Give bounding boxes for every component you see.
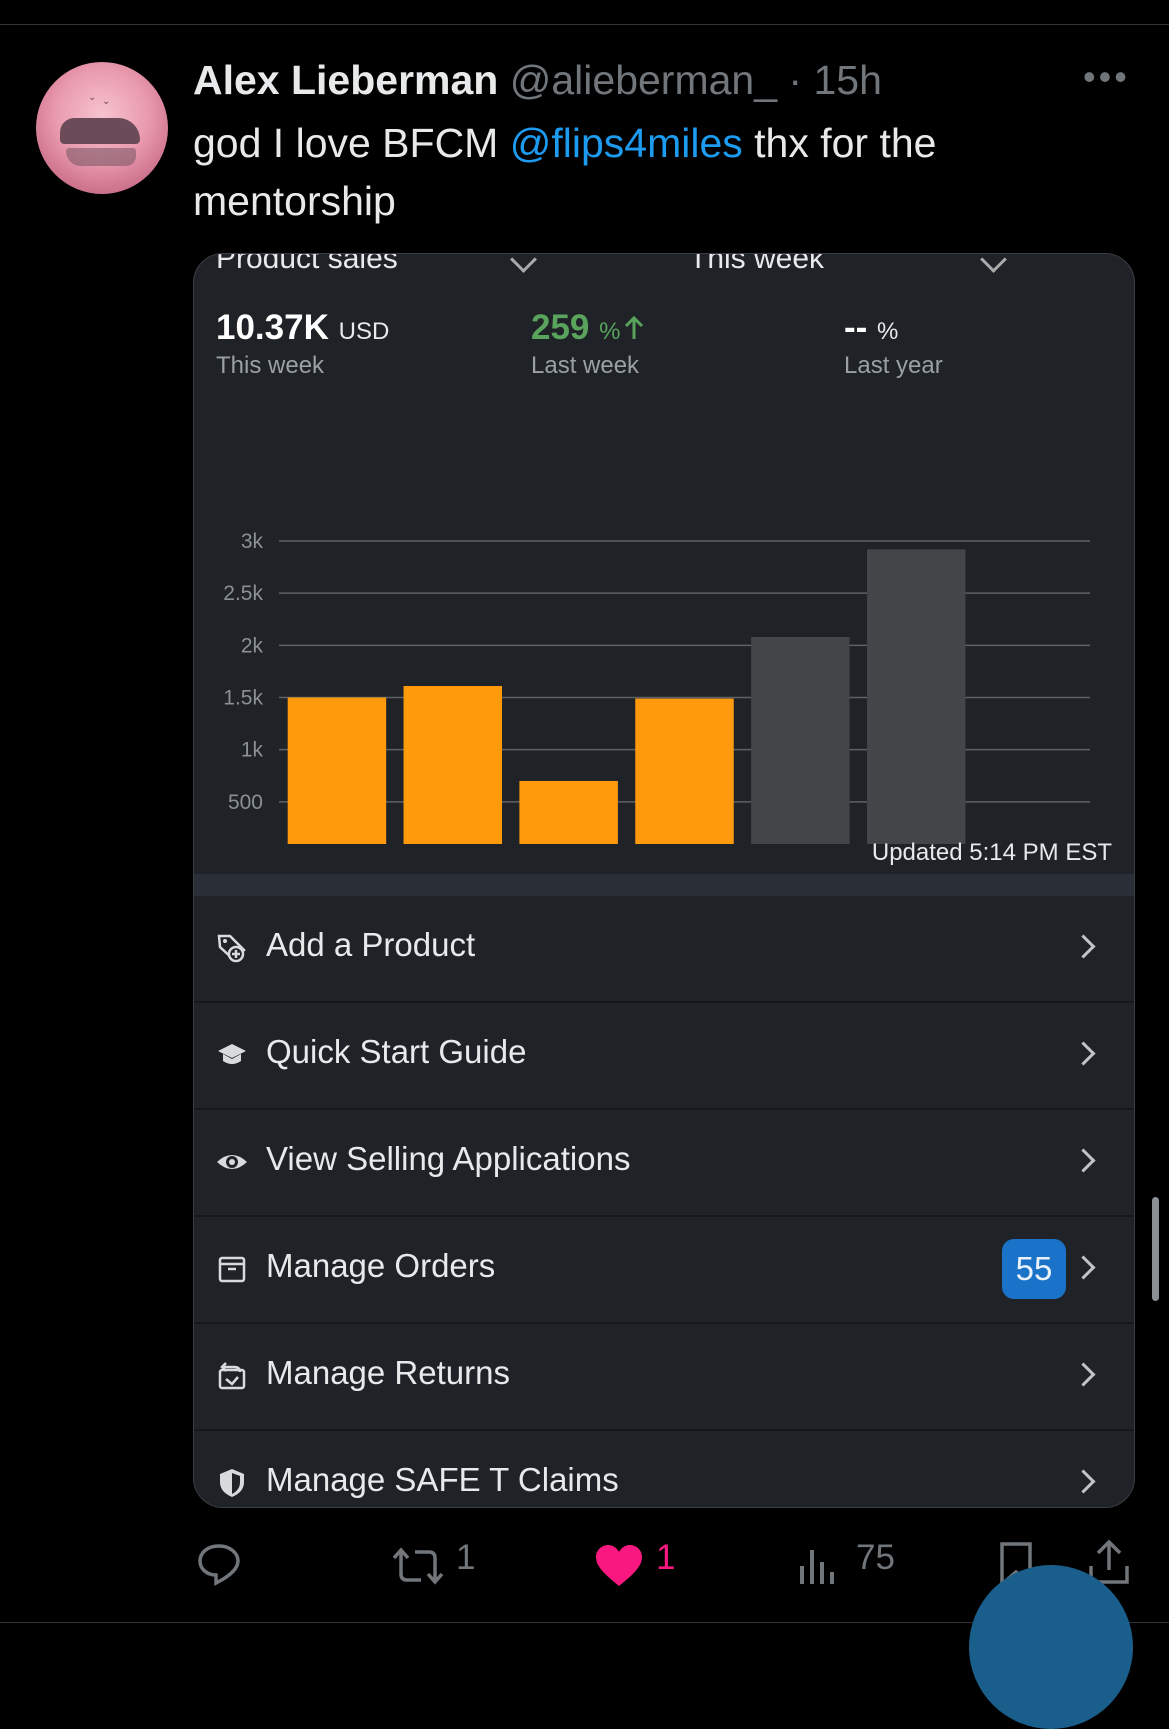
stat-label: This week: [216, 352, 325, 379]
bar-sat[interactable]: [866, 549, 966, 844]
menu-item-label: Manage SAFE T Claims: [266, 1461, 619, 1498]
views-count: 75: [856, 1538, 895, 1577]
eye-icon: [217, 1155, 247, 1169]
y-tick-label: 1.5k: [223, 687, 263, 710]
updated-timestamp: Updated 5:14 PM EST: [871, 839, 1112, 866]
menu-item-label: Manage Orders: [266, 1247, 496, 1284]
stat-unit: USD: [338, 318, 390, 345]
stat-label: Last year: [844, 352, 943, 379]
stat-this-week: 10.37K USD: [216, 308, 389, 348]
like-count: 1: [656, 1538, 676, 1577]
stat-unit: %: [599, 318, 621, 345]
menu-item-label: Manage Returns: [266, 1354, 510, 1391]
section-divider: [194, 874, 1134, 896]
scrollbar[interactable]: [1152, 1197, 1159, 1301]
y-tick-label: 2k: [241, 634, 264, 657]
bar-wed[interactable]: [519, 780, 618, 844]
menu-item-label: Add a Product: [266, 926, 476, 963]
stat-value: --: [844, 308, 868, 347]
stat-value: 10.37K: [216, 308, 329, 347]
shield-icon: [220, 1469, 244, 1497]
car-reflection: [66, 148, 136, 166]
tweet-text-before: god I love BFCM: [193, 120, 510, 166]
y-tick-label: 0: [251, 843, 263, 844]
y-tick-label: 3k: [241, 530, 264, 553]
y-tick-label: 2.5k: [223, 582, 263, 605]
period-dropdown[interactable]: This week: [689, 254, 824, 276]
chevron-right-icon: [1071, 934, 1096, 959]
return-box-icon: [218, 1362, 246, 1390]
y-tick-label: 500: [228, 791, 263, 814]
sales-bar-chart: 05001k1.5k2k2.5k3kMonTueWedThuFriSatSun: [223, 530, 1090, 845]
chevron-right-icon: [1071, 1148, 1096, 1173]
chevron-right-icon: [1071, 1362, 1096, 1387]
tweet-text: god I love BFCM @flips4miles thx for the…: [193, 114, 1113, 230]
chevron-down-icon[interactable]: [510, 254, 537, 273]
tweet-time[interactable]: · 15h: [788, 57, 881, 103]
orders-count-badge: 55: [1002, 1239, 1066, 1299]
bar-tue[interactable]: [403, 686, 503, 844]
y-tick-label: 1k: [241, 739, 264, 762]
tag-plus-icon: [217, 934, 246, 963]
menu-item-quick-start[interactable]: Quick Start Guide: [194, 1003, 1134, 1110]
compose-button[interactable]: [969, 1565, 1133, 1729]
stat-last-week: 259 %: [531, 308, 646, 348]
menu-item-safe-t-claims[interactable]: Manage SAFE T Claims: [194, 1431, 1134, 1507]
retweet-count: 1: [456, 1538, 476, 1577]
author-name[interactable]: Alex Lieberman: [193, 57, 498, 103]
bird-icon: ⌄: [88, 92, 97, 103]
graduation-cap-icon: [218, 1044, 246, 1064]
views-chart-icon[interactable]: [798, 1536, 840, 1596]
chevron-right-icon: [1071, 1469, 1096, 1494]
menu-item-add-product[interactable]: Add a Product: [194, 896, 1134, 1003]
bar-thu[interactable]: [635, 698, 734, 844]
menu-item-label: Quick Start Guide: [266, 1033, 527, 1070]
stat-value: 259: [531, 308, 590, 347]
chevron-right-icon: [1071, 1255, 1096, 1280]
metric-dropdown[interactable]: Product sales: [216, 254, 398, 276]
more-options-icon[interactable]: •••: [1083, 56, 1130, 98]
menu-item-manage-orders[interactable]: Manage Orders 55: [194, 1217, 1134, 1324]
chevron-down-icon[interactable]: [980, 254, 1007, 273]
mention-link[interactable]: @flips4miles: [510, 120, 743, 166]
bar-mon[interactable]: [287, 697, 387, 845]
menu-item-selling-applications[interactable]: View Selling Applications: [194, 1110, 1134, 1217]
media-card[interactable]: Product sales This week 10.37K USD This …: [193, 253, 1135, 1508]
avatar[interactable]: ⌄ ⌄: [36, 62, 168, 194]
top-divider: [0, 24, 1169, 25]
stat-unit: %: [877, 318, 899, 345]
menu-item-label: View Selling Applications: [266, 1140, 631, 1177]
bird-icon: ⌄: [102, 96, 111, 107]
bar-fri[interactable]: [751, 636, 850, 844]
box-icon: [218, 1256, 246, 1283]
tweet-header: Alex Lieberman @alieberman_ · 15h: [193, 52, 882, 108]
menu-item-manage-returns[interactable]: Manage Returns: [194, 1324, 1134, 1431]
author-handle[interactable]: @alieberman_: [510, 57, 777, 103]
arrow-up-icon: [625, 315, 644, 339]
stat-label: Last week: [531, 352, 640, 379]
car-image: [60, 118, 140, 144]
stat-last-year: -- %: [844, 308, 898, 348]
reply-icon[interactable]: [196, 1534, 242, 1594]
like-heart-icon[interactable]: [594, 1536, 644, 1596]
chevron-right-icon: [1071, 1041, 1096, 1066]
tweet-actions-bar: 1 1 75: [0, 1530, 1169, 1590]
retweet-icon[interactable]: [390, 1536, 446, 1596]
